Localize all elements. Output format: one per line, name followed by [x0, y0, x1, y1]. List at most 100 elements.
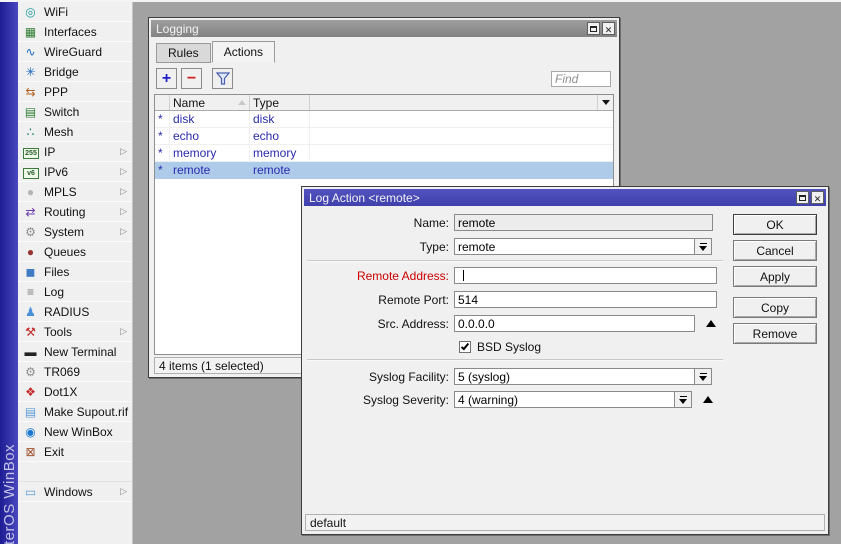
- winbox-brand-strip: RouterOS WinBox: [0, 2, 18, 544]
- sidebar-item-switch[interactable]: ▤ Switch: [18, 102, 132, 122]
- sidebar-item-ip[interactable]: 255 IP ▷: [18, 142, 132, 162]
- tab-rules[interactable]: Rules: [156, 43, 211, 63]
- bsd-syslog-checkbox[interactable]: [459, 340, 471, 353]
- sidebar-item-ppp[interactable]: ⇆ PPP: [18, 82, 132, 102]
- sidebar-item-dot1x[interactable]: ❖ Dot1X: [18, 382, 132, 402]
- checkmark-icon: [460, 341, 470, 350]
- sidebar-item-tools[interactable]: ⚒ Tools ▷: [18, 322, 132, 342]
- syslog-facility-field[interactable]: [454, 368, 695, 385]
- logging-toolbar: + −: [151, 63, 617, 94]
- maximize-button[interactable]: [587, 22, 600, 35]
- table-row[interactable]: * memory memory: [155, 145, 613, 162]
- sidebar-item-routing[interactable]: ⇄ Routing ▷: [18, 202, 132, 222]
- add-button[interactable]: +: [156, 68, 177, 89]
- dot1x-icon: ❖: [25, 384, 36, 399]
- table-row-selected[interactable]: * remote remote: [155, 162, 613, 179]
- sort-indicator-icon: [238, 100, 246, 105]
- syslog-facility-dropdown-button[interactable]: [695, 368, 712, 385]
- submenu-arrow-icon: ▷: [120, 226, 127, 236]
- wireguard-icon: ∿: [25, 44, 36, 59]
- sidebar-item-wifi[interactable]: ◎ WiFi: [18, 2, 132, 22]
- windows-icon: ▭: [24, 484, 37, 499]
- remove-button[interactable]: Remove: [733, 323, 817, 344]
- copy-button[interactable]: Copy: [733, 297, 817, 318]
- submenu-arrow-icon: ▷: [120, 166, 127, 176]
- bsd-syslog-label: BSD Syslog: [477, 339, 542, 354]
- sidebar-item-queues[interactable]: ● Queues: [18, 242, 132, 262]
- remote-address-field[interactable]: [454, 267, 717, 284]
- table-row[interactable]: * echo echo: [155, 128, 613, 145]
- sidebar-item-system[interactable]: ⚙ System ▷: [18, 222, 132, 242]
- collapse-arrow-icon[interactable]: [703, 396, 713, 403]
- syslog-facility-label: Syslog Facility:: [368, 369, 449, 384]
- logging-window-title: Logging: [156, 21, 199, 36]
- type-column-header[interactable]: Type: [250, 95, 310, 110]
- mesh-icon: ∴: [26, 124, 35, 139]
- submenu-arrow-icon: ▷: [120, 206, 127, 216]
- maximize-icon: [799, 194, 806, 201]
- filter-button[interactable]: [212, 68, 233, 89]
- ppp-icon: ⇆: [25, 84, 36, 99]
- cancel-button[interactable]: Cancel: [733, 240, 817, 261]
- sidebar-item-exit[interactable]: ⊠ Exit: [18, 442, 132, 462]
- find-input[interactable]: [551, 70, 611, 87]
- bsd-syslog-row: BSD Syslog: [459, 338, 541, 355]
- sidebar-item-ipv6[interactable]: v6 IPv6 ▷: [18, 162, 132, 182]
- sidebar-item-files[interactable]: ◼ Files: [18, 262, 132, 282]
- close-icon: [814, 191, 822, 205]
- separator: [307, 359, 723, 361]
- sidebar-item-mpls[interactable]: ● MPLS ▷: [18, 182, 132, 202]
- sidebar-item-interfaces[interactable]: ▦ Interfaces: [18, 22, 132, 42]
- sidebar-item-wireguard[interactable]: ∿ WireGuard: [18, 42, 132, 62]
- name-field[interactable]: [454, 214, 713, 231]
- mpls-icon: ●: [26, 184, 35, 199]
- maximize-button[interactable]: [796, 191, 809, 204]
- name-column-header[interactable]: Name: [170, 95, 250, 110]
- sidebar-item-new-winbox[interactable]: ◉ New WinBox: [18, 422, 132, 442]
- bridge-icon: ✳: [25, 64, 36, 79]
- apply-button[interactable]: Apply: [733, 266, 817, 287]
- flag-column-header[interactable]: [155, 95, 170, 110]
- new-terminal-icon: ▬: [24, 344, 37, 359]
- dialog-titlebar[interactable]: Log Action <remote>: [304, 189, 826, 206]
- close-button[interactable]: [811, 191, 824, 204]
- column-options-button[interactable]: [597, 95, 613, 110]
- remote-address-label: Remote Address:: [356, 268, 449, 283]
- collapse-arrow-icon[interactable]: [706, 320, 716, 327]
- close-icon: [605, 22, 613, 36]
- remote-port-field[interactable]: [454, 291, 717, 308]
- sidebar-item-tr069[interactable]: ⚙ TR069: [18, 362, 132, 382]
- dropdown-arrow-icon: [601, 100, 610, 105]
- type-field[interactable]: [454, 238, 695, 255]
- remote-port-label: Remote Port:: [378, 292, 449, 307]
- syslog-severity-label: Syslog Severity:: [362, 392, 449, 407]
- sidebar-item-windows[interactable]: ▭ Windows ▷: [18, 482, 132, 502]
- table-row[interactable]: * disk disk: [155, 111, 613, 128]
- files-icon: ◼: [25, 264, 36, 279]
- sidebar-item-log[interactable]: ≡ Log: [18, 282, 132, 302]
- sidebar-item-mesh[interactable]: ∴ Mesh: [18, 122, 132, 142]
- funnel-icon: [215, 72, 230, 85]
- src-address-field[interactable]: [454, 315, 695, 332]
- tr069-icon: ⚙: [25, 364, 36, 379]
- sidebar-item-radius[interactable]: ♟ RADIUS: [18, 302, 132, 322]
- remove-button[interactable]: −: [181, 68, 202, 89]
- ok-button[interactable]: OK: [733, 214, 817, 235]
- sidebar-item-new-terminal[interactable]: ▬ New Terminal: [18, 342, 132, 362]
- logging-titlebar[interactable]: Logging: [151, 20, 617, 37]
- type-dropdown-button[interactable]: [695, 238, 712, 255]
- sidebar-item-bridge[interactable]: ✳ Bridge: [18, 62, 132, 82]
- exit-icon: ⊠: [25, 444, 36, 459]
- empty-column-header: [310, 95, 597, 110]
- submenu-arrow-icon: ▷: [120, 326, 127, 336]
- routing-icon: ⇄: [25, 204, 36, 219]
- sidebar-item-make-supout[interactable]: ▤ Make Supout.rif: [18, 402, 132, 422]
- tools-icon: ⚒: [25, 324, 36, 339]
- make-supout-icon: ▤: [24, 404, 37, 419]
- dropdown-arrow-icon: [678, 395, 688, 404]
- tab-actions[interactable]: Actions: [211, 41, 276, 63]
- syslog-severity-dropdown-button[interactable]: [675, 391, 692, 408]
- syslog-severity-field[interactable]: [454, 391, 675, 408]
- close-button[interactable]: [602, 22, 615, 35]
- dialog-body: Name: Type: Remote Address: Remote Port:…: [304, 206, 826, 532]
